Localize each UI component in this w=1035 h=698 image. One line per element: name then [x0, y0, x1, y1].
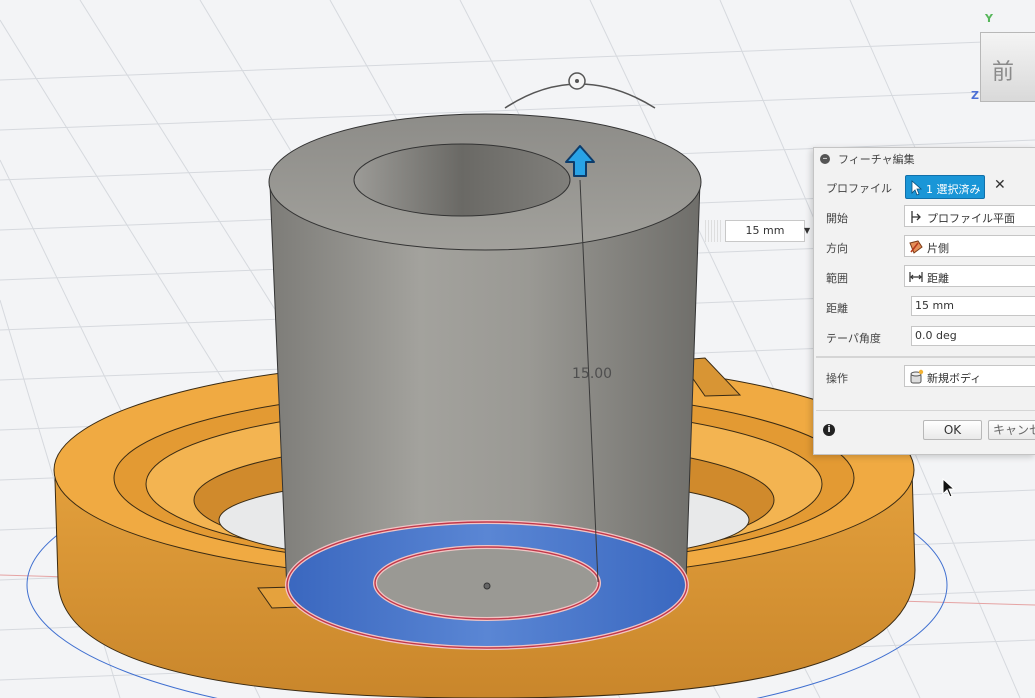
row-start: 開始 プロファイル平面 — [814, 202, 1035, 232]
collapse-icon[interactable]: – — [820, 154, 830, 164]
profile-label: プロファイル — [826, 182, 892, 195]
direction-select[interactable]: 片側 — [904, 235, 1035, 257]
taper-angle-field[interactable]: 0.0 deg — [911, 326, 1035, 346]
edit-feature-panel: – フィーチャ編集 プロファイル 1 選択済み ✕ 開始 プロファイル平面 方向… — [813, 147, 1035, 455]
extent-select[interactable]: 距離 — [904, 265, 1035, 287]
row-extent: 範囲 距離 — [814, 262, 1035, 292]
mouse-pointer-icon — [942, 478, 956, 498]
cursor-icon — [911, 180, 923, 196]
clear-selection-icon[interactable]: ✕ — [994, 177, 1006, 193]
distance-icon — [909, 272, 923, 282]
drag-grip[interactable] — [705, 220, 723, 242]
panel-divider — [816, 356, 1035, 358]
view-cube[interactable]: Y 前 Z — [968, 10, 1035, 105]
start-value: プロファイル平面 — [927, 212, 1015, 225]
row-taper: テーパ角度 0.0 deg — [814, 322, 1035, 352]
extent-label: 範囲 — [826, 272, 848, 285]
operation-label: 操作 — [826, 372, 848, 385]
row-operation: 操作 新規ボディ — [814, 362, 1035, 392]
ok-button[interactable]: OK — [923, 420, 982, 440]
distance-field[interactable]: 15 mm — [911, 296, 1035, 316]
profile-select-button[interactable]: 1 選択済み — [905, 175, 985, 199]
direction-label: 方向 — [826, 242, 848, 255]
extent-value: 距離 — [927, 272, 949, 285]
direction-value: 片側 — [927, 242, 949, 255]
rotation-handle[interactable] — [568, 72, 586, 90]
info-icon[interactable]: i — [823, 424, 835, 436]
row-profile: プロファイル 1 選択済み ✕ — [814, 172, 1035, 202]
canvas-distance-input-group: 15 mm ▼ — [705, 220, 815, 242]
taper-label: テーパ角度 — [826, 332, 881, 345]
panel-divider-bottom — [816, 410, 1035, 411]
start-select[interactable]: プロファイル平面 — [904, 205, 1035, 227]
view-cube-face-label: 前 — [992, 60, 1015, 85]
panel-header: – フィーチャ編集 — [814, 148, 1035, 170]
canvas-distance-input[interactable]: 15 mm — [725, 220, 805, 242]
cancel-button[interactable]: キャンセル — [988, 420, 1035, 440]
one-side-icon — [909, 240, 923, 254]
operation-value: 新規ボディ — [927, 372, 982, 385]
start-label: 開始 — [826, 212, 848, 225]
profile-select-value: 1 選択済み — [926, 183, 981, 196]
panel-title: フィーチャ編集 — [838, 153, 915, 166]
axis-y-label: Y — [985, 12, 993, 25]
profile-plane-icon — [911, 211, 921, 223]
new-body-icon — [910, 369, 924, 384]
row-distance: 距離 15 mm — [814, 292, 1035, 322]
selected-profile-ring[interactable] — [285, 520, 689, 650]
distance-label: 距離 — [826, 302, 848, 315]
dimension-label: 15.00 — [572, 366, 613, 382]
row-direction: 方向 片側 — [814, 232, 1035, 262]
axis-z-label: Z — [971, 89, 979, 102]
operation-select[interactable]: 新規ボディ — [904, 365, 1035, 387]
